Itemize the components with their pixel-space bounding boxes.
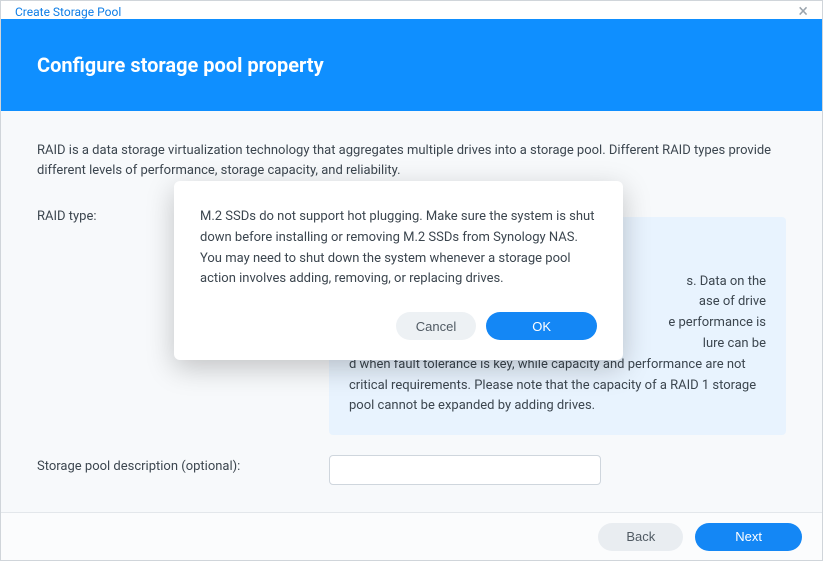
warning-dialog-actions: Cancel OK: [200, 312, 597, 340]
close-icon[interactable]: ×: [798, 5, 808, 19]
ok-button[interactable]: OK: [486, 312, 597, 340]
description-input[interactable]: [329, 455, 601, 485]
create-storage-pool-window: Create Storage Pool × Configure storage …: [0, 0, 823, 561]
cancel-button[interactable]: Cancel: [396, 312, 476, 340]
titlebar: Create Storage Pool ×: [1, 1, 822, 19]
description-label: Storage pool description (optional):: [37, 455, 329, 485]
description-row: Storage pool description (optional):: [37, 455, 786, 485]
intro-text: RAID is a data storage virtualization te…: [37, 141, 786, 181]
page-title: Configure storage pool property: [37, 53, 786, 77]
wizard-footer: Back Next: [1, 512, 822, 560]
back-button[interactable]: Back: [598, 523, 683, 551]
header-banner: Configure storage pool property: [1, 19, 822, 111]
warning-dialog: M.2 SSDs do not support hot plugging. Ma…: [174, 181, 623, 360]
next-button[interactable]: Next: [695, 523, 802, 551]
warning-dialog-message: M.2 SSDs do not support hot plugging. Ma…: [200, 207, 597, 290]
raid-info-tail: d when fault tolerance is key, while cap…: [349, 355, 766, 417]
window-title: Create Storage Pool: [15, 5, 121, 19]
